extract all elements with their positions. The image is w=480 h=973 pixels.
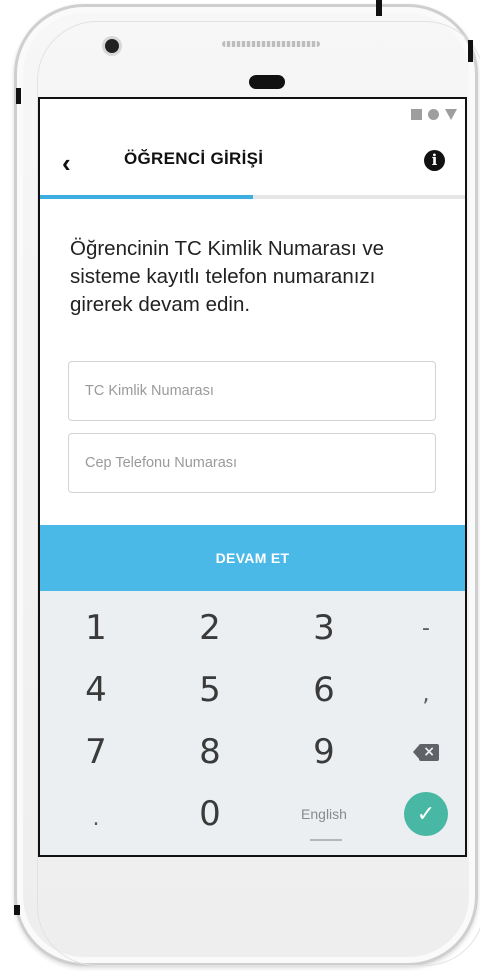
key-6[interactable]: 6 (274, 659, 374, 721)
circle-icon (428, 109, 439, 120)
backspace-key[interactable]: × (376, 721, 465, 783)
key-minus[interactable]: - (376, 597, 465, 659)
language-key[interactable]: English (274, 783, 374, 845)
step-progress-fill (40, 195, 253, 199)
step-progress-bar (40, 195, 465, 199)
key-5[interactable]: 5 (160, 659, 260, 721)
key-0[interactable]: 0 (160, 783, 260, 845)
stop-square-icon (411, 109, 422, 120)
side-button-left (16, 88, 21, 104)
app-bar: ‹ ÖĞRENCİ GİRİŞİ i (40, 139, 465, 197)
key-4[interactable]: 4 (46, 659, 146, 721)
key-9[interactable]: 9 (274, 721, 374, 783)
chevron-left-icon[interactable]: ‹ (62, 150, 86, 177)
info-icon[interactable]: i (424, 150, 445, 171)
phone-number-input[interactable] (68, 433, 436, 493)
front-camera (105, 39, 119, 53)
status-bar (411, 109, 457, 120)
language-underline (310, 839, 342, 841)
numeric-keypad: 1 2 3 - 4 5 6 , 7 8 9 × . 0 English ✓ (40, 591, 465, 855)
checkmark-icon: ✓ (404, 792, 448, 836)
key-comma[interactable]: , (376, 663, 465, 725)
app-screen: ‹ ÖĞRENCİ GİRİŞİ i Öğrencinin TC Kimlik … (38, 97, 467, 857)
key-8[interactable]: 8 (160, 721, 260, 783)
page-title: ÖĞRENCİ GİRİŞİ (124, 149, 264, 168)
language-label: English (301, 806, 347, 822)
side-button-top (376, 0, 382, 16)
continue-button[interactable]: DEVAM ET (40, 525, 465, 591)
intro-text: Öğrencinin TC Kimlik Numarası ve sisteme… (70, 237, 385, 316)
side-button-right (468, 40, 473, 62)
tc-id-input[interactable] (68, 361, 436, 421)
proximity-sensor (249, 75, 285, 89)
side-button-bottom-left (14, 905, 20, 915)
key-period[interactable]: . (46, 787, 146, 849)
done-key[interactable]: ✓ (376, 783, 465, 845)
key-1[interactable]: 1 (46, 597, 146, 659)
earpiece-speaker (222, 41, 320, 47)
key-3[interactable]: 3 (274, 597, 374, 659)
backspace-icon: × (413, 743, 439, 761)
key-2[interactable]: 2 (160, 597, 260, 659)
key-7[interactable]: 7 (46, 721, 146, 783)
triangle-down-icon (445, 109, 457, 120)
